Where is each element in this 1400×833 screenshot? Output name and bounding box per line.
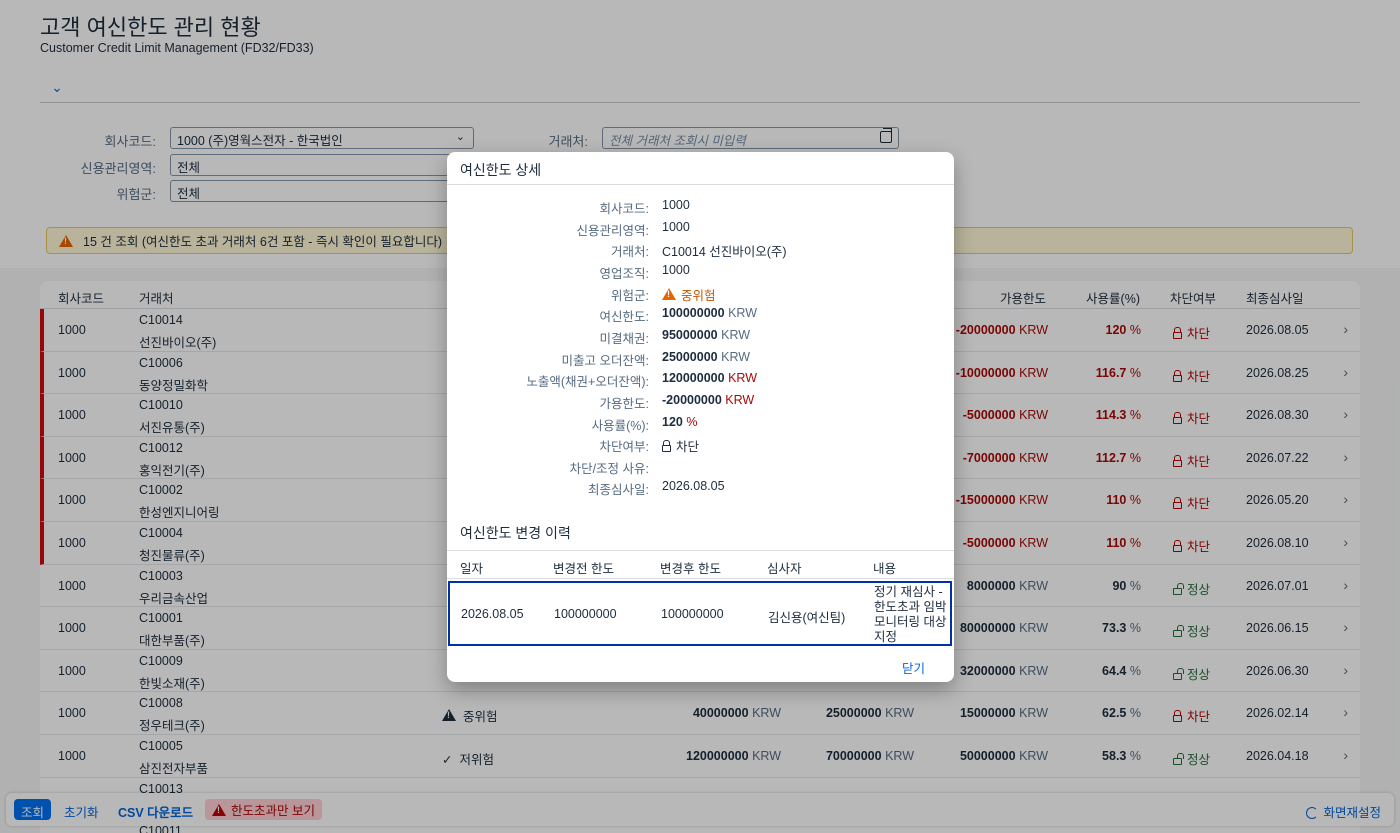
field-customer: C10014 선진바이오(주): [662, 245, 787, 259]
field-blocked: 차단: [662, 436, 699, 455]
field-label: 차단/조정 사유:: [569, 462, 649, 476]
pct: %: [686, 415, 698, 429]
field-label: 사용률(%):: [591, 419, 649, 433]
field-label: 신용관리영역:: [576, 224, 649, 238]
field-label: 회사코드:: [599, 202, 649, 216]
credit-detail-dialog: 여신한도 상세 회사코드: 1000 신용관리영역: 1000 거래처: C10…: [447, 152, 954, 682]
field-credit-area: 1000: [662, 220, 690, 234]
history-reviewer: 김신용(여신팀): [768, 611, 846, 625]
field-label: 미결채권:: [599, 332, 649, 346]
history-header: 일자 변경전 한도 변경후 한도 심사자 내용: [447, 550, 954, 579]
history-row[interactable]: 2026.08.05 100000000 100000000 김신용(여신팀) …: [448, 581, 952, 646]
dialog-divider: [447, 184, 954, 185]
field-label: 여신한도:: [599, 310, 649, 324]
field-label: 가용한도:: [599, 397, 649, 411]
history-date: 2026.08.05: [461, 607, 524, 621]
history-col-after: 변경후 한도: [660, 562, 721, 576]
lock-icon: [662, 440, 671, 452]
field-risk: 중위험: [662, 285, 716, 304]
field-receivable: 95000000 KRW: [662, 328, 750, 342]
field-exposure-value: 120000000: [662, 371, 725, 385]
field-risk-text: 중위험: [681, 289, 716, 303]
field-receivable-value: 95000000: [662, 328, 718, 342]
unit: KRW: [728, 306, 757, 320]
close-button[interactable]: 닫기: [902, 658, 925, 677]
warning-icon: [662, 288, 676, 300]
history-before: 100000000: [554, 607, 617, 621]
field-label: 미출고 오더잔액:: [561, 354, 649, 368]
field-label: 노출액(채권+오더잔액):: [526, 375, 649, 389]
field-available: -20000000 KRW: [662, 393, 754, 407]
unit: KRW: [725, 393, 755, 407]
field-available-value: -20000000: [662, 393, 722, 407]
field-open-orders: 25000000 KRW: [662, 350, 750, 364]
field-blocked-text: 차단: [676, 440, 700, 454]
history-title: 여신한도 변경 이력: [460, 525, 571, 541]
field-credit-limit: 100000000 KRW: [662, 306, 757, 320]
field-label: 차단여부:: [599, 440, 649, 454]
field-credit-limit-value: 100000000: [662, 306, 725, 320]
unit: KRW: [728, 371, 757, 385]
field-rate: 120 %: [662, 415, 697, 429]
field-label: 최종심사일:: [588, 483, 649, 497]
dialog-title: 여신한도 상세: [460, 162, 542, 178]
history-col-content: 내용: [873, 562, 897, 576]
history-col-reviewer: 심사자: [767, 562, 802, 576]
field-exposure: 120000000 KRW: [662, 371, 757, 385]
field-open-orders-value: 25000000: [662, 350, 718, 364]
history-col-date: 일자: [460, 562, 484, 576]
field-rate-value: 120: [662, 415, 683, 429]
unit: KRW: [721, 350, 751, 364]
field-sales-org: 1000: [662, 263, 690, 277]
history-after: 100000000: [661, 607, 724, 621]
field-company: 1000: [662, 198, 690, 212]
field-label: 거래처:: [611, 245, 649, 259]
history-content: 정기 재심사 - 한도초과 임박 모니터링 대상 지정: [874, 585, 947, 644]
unit: KRW: [721, 328, 751, 342]
field-label: 위험군:: [611, 289, 649, 303]
history-col-before: 변경전 한도: [553, 562, 614, 576]
field-last-review: 2026.08.05: [662, 479, 725, 493]
field-label: 영업조직:: [599, 267, 649, 281]
